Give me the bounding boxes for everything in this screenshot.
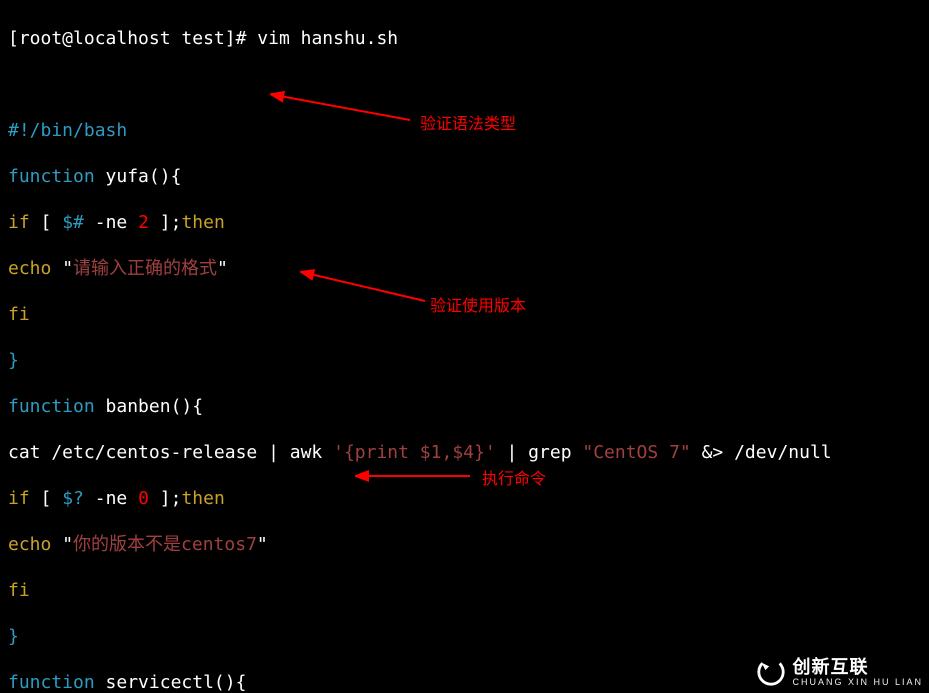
shell-prompt-line: [root@localhost test]# vim hanshu.sh	[8, 27, 921, 50]
code-line: function servicectl(){	[8, 671, 921, 693]
code-line: fi	[8, 303, 921, 326]
quote: "	[51, 534, 73, 555]
text: ];	[149, 488, 182, 509]
string: '{print $1,$4}'	[333, 442, 496, 463]
keyword-if: if	[8, 212, 30, 233]
code-line: #!/bin/bash	[8, 119, 921, 142]
text: &> /dev/null	[691, 442, 832, 463]
code-line: fi	[8, 579, 921, 602]
keyword-fi: fi	[8, 580, 30, 601]
quote: "	[51, 258, 73, 279]
code-line: if [ $? -ne 0 ];then	[8, 487, 921, 510]
quote: "	[217, 258, 228, 279]
code-line: if [ $# -ne 2 ];then	[8, 211, 921, 234]
text: cat /etc/centos-release | awk	[8, 442, 333, 463]
string: "CentOS 7"	[582, 442, 690, 463]
text: -ne	[84, 488, 138, 509]
func-name: yufa	[106, 166, 149, 187]
brace: (){	[149, 166, 182, 187]
code-line: function yufa(){	[8, 165, 921, 188]
keyword-then: then	[181, 212, 224, 233]
keyword-echo: echo	[8, 258, 51, 279]
code-line: }	[8, 349, 921, 372]
keyword-if: if	[8, 488, 30, 509]
terminal[interactable]: [root@localhost test]# vim hanshu.sh #!/…	[0, 0, 929, 693]
code-line: echo "你的版本不是centos7"	[8, 533, 921, 556]
keyword-function: function	[8, 396, 106, 417]
text: ];	[149, 212, 182, 233]
keyword-echo: echo	[8, 534, 51, 555]
code-line: cat /etc/centos-release | awk '{print $1…	[8, 441, 921, 464]
number: 0	[138, 488, 149, 509]
code-line: }	[8, 625, 921, 648]
blank-line	[8, 73, 921, 96]
text: [	[30, 488, 63, 509]
text: | grep	[496, 442, 583, 463]
keyword-function: function	[8, 672, 106, 693]
keyword-then: then	[181, 488, 224, 509]
quote: "	[257, 534, 268, 555]
keyword-function: function	[8, 166, 106, 187]
variable: $#	[62, 212, 84, 233]
prompt: [root@localhost test]#	[8, 28, 246, 49]
string: 请输入正确的格式	[73, 258, 217, 279]
shebang: #!/bin/bash	[8, 120, 127, 141]
command: vim hanshu.sh	[257, 28, 398, 49]
brace: (){	[171, 396, 204, 417]
prompt-space	[246, 28, 257, 49]
brace: }	[8, 626, 19, 647]
keyword-fi: fi	[8, 304, 30, 325]
func-name: banben	[106, 396, 171, 417]
variable: $?	[62, 488, 84, 509]
number: 2	[138, 212, 149, 233]
string: 你的版本不是centos7	[73, 534, 257, 555]
code-line: echo "请输入正确的格式"	[8, 257, 921, 280]
code-line: function banben(){	[8, 395, 921, 418]
text: [	[30, 212, 63, 233]
brace: }	[8, 350, 19, 371]
func-name: servicectl	[106, 672, 214, 693]
brace: (){	[214, 672, 247, 693]
text: -ne	[84, 212, 138, 233]
